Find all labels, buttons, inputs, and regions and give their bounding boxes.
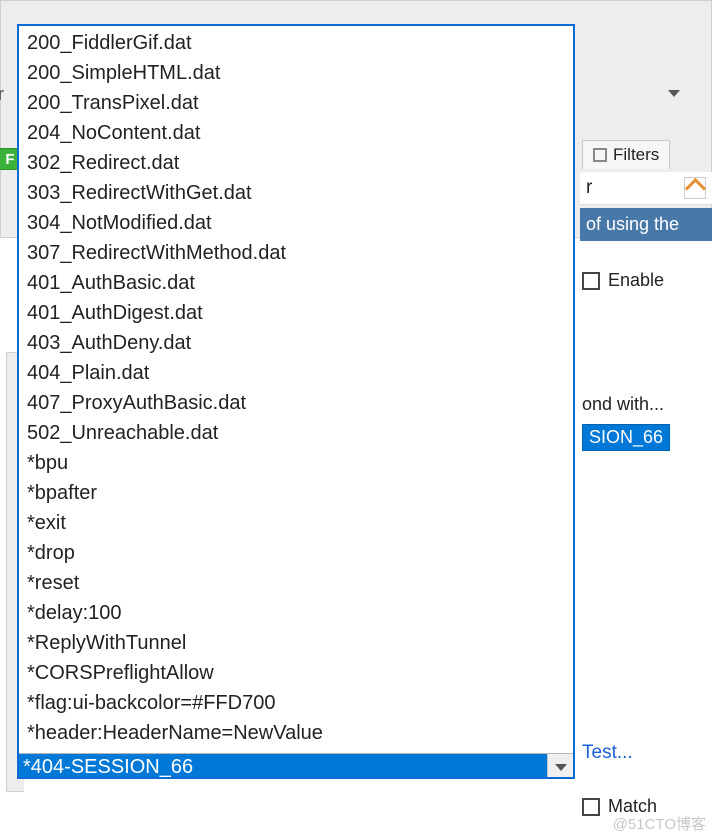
- text-fragment-r: r: [586, 177, 592, 199]
- dropdown-item[interactable]: 401_AuthDigest.dat: [23, 298, 573, 328]
- filter-icon: [593, 148, 607, 162]
- dropdown-item[interactable]: 302_Redirect.dat: [23, 148, 573, 178]
- dropdown-item[interactable]: *exit: [23, 508, 573, 538]
- dropdown-item[interactable]: 200_SimpleHTML.dat: [23, 58, 573, 88]
- dropdown-item[interactable]: *header:HeaderName=NewValue: [23, 718, 573, 748]
- dropdown-item[interactable]: 403_AuthDeny.dat: [23, 328, 573, 358]
- page-root: Ar F Filters r of using the Enable ond w…: [0, 0, 712, 838]
- checkbox-box-icon: [582, 272, 600, 290]
- dropdown-item[interactable]: 404_Plain.dat: [23, 358, 573, 388]
- dropdown-item[interactable]: 307_RedirectWithMethod.dat: [23, 238, 573, 268]
- dropdown-item[interactable]: 502_Unreachable.dat: [23, 418, 573, 448]
- truncated-label: Ar: [0, 84, 4, 105]
- response-action-dropdown[interactable]: 200_FiddlerGif.dat200_SimpleHTML.dat200_…: [17, 24, 575, 779]
- watermark: @51CTO博客: [613, 813, 706, 834]
- dropdown-item[interactable]: 303_RedirectWithGet.dat: [23, 178, 573, 208]
- dropdown-item[interactable]: *CORSPreflightAllow: [23, 658, 573, 688]
- chevron-down-icon[interactable]: [668, 90, 680, 97]
- dropdown-item[interactable]: *ReplyWithTunnel: [23, 628, 573, 658]
- enable-checkbox-label: Enable: [608, 270, 664, 291]
- dropdown-input[interactable]: [19, 754, 547, 779]
- right-panel: Filters r of using the Enable ond with..…: [580, 0, 712, 838]
- dropdown-item[interactable]: *bpafter: [23, 478, 573, 508]
- dropdown-item[interactable]: 407_ProxyAuthBasic.dat: [23, 388, 573, 418]
- info-banner: of using the: [580, 208, 712, 241]
- checkbox-box-icon: [582, 798, 600, 816]
- info-banner-text: of using the: [586, 214, 679, 234]
- dropdown-item[interactable]: *drop: [23, 538, 573, 568]
- tab-filters[interactable]: Filters: [582, 140, 670, 169]
- dropdown-item[interactable]: 304_NotModified.dat: [23, 208, 573, 238]
- dropdown-item[interactable]: 200_FiddlerGif.dat: [23, 28, 573, 58]
- dropdown-caret-icon[interactable]: [547, 754, 573, 779]
- dropdown-list[interactable]: 200_FiddlerGif.dat200_SimpleHTML.dat200_…: [19, 26, 573, 753]
- edit-icon[interactable]: [684, 177, 706, 199]
- dropdown-item[interactable]: *bpu: [23, 448, 573, 478]
- dropdown-item[interactable]: *delay:100: [23, 598, 573, 628]
- respond-with-label: ond with...: [580, 392, 712, 417]
- dropdown-item[interactable]: *reset: [23, 568, 573, 598]
- enable-checkbox[interactable]: Enable: [582, 270, 664, 291]
- test-link[interactable]: Test...: [582, 742, 633, 763]
- dropdown-field[interactable]: [19, 753, 573, 779]
- dropdown-item[interactable]: 204_NoContent.dat: [23, 118, 573, 148]
- tab-filters-label: Filters: [613, 145, 659, 165]
- selected-session-chip[interactable]: SION_66: [582, 424, 670, 451]
- dropdown-item[interactable]: *flag:ui-backcolor=#FFD700: [23, 688, 573, 718]
- dropdown-item[interactable]: 200_TransPixel.dat: [23, 88, 573, 118]
- dropdown-item[interactable]: 401_AuthBasic.dat: [23, 268, 573, 298]
